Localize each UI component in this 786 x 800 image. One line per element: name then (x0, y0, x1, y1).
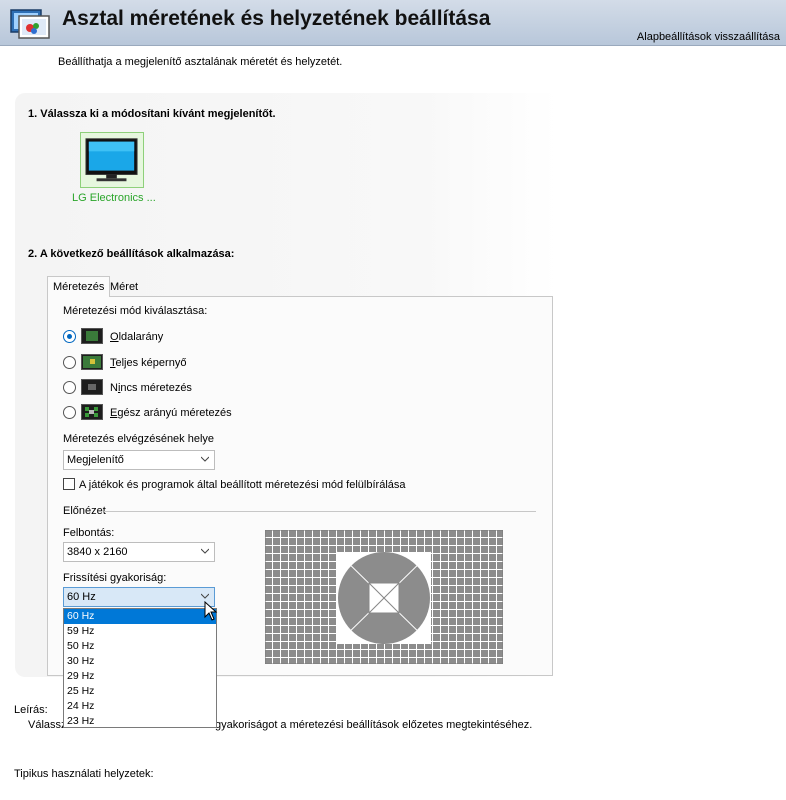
refresh-rate-value: 60 Hz (67, 591, 96, 603)
monitor-label[interactable]: LG Electronics ... (72, 192, 156, 204)
mode-no-scaling-label[interactable]: Nincs méretezés (110, 382, 192, 394)
mode-aspect-ratio-label[interactable]: Oldalarány (110, 331, 163, 343)
refresh-rate-dropdown-list[interactable]: 60 Hz 59 Hz 50 Hz 30 Hz 29 Hz 25 Hz 24 H… (63, 608, 217, 728)
scaling-mode-label: Méretezési mód kiválasztása: (63, 305, 208, 317)
radio-integer-scaling[interactable] (63, 406, 76, 419)
tab-size[interactable]: Méret (105, 279, 143, 296)
intro-text: Beállíthatja a megjelenítő asztalának mé… (58, 56, 343, 68)
page-header: Asztal méretének és helyzetének beállítá… (0, 0, 786, 46)
page-title: Asztal méretének és helyzetének beállítá… (62, 7, 491, 30)
resolution-label: Felbontás: (63, 527, 115, 539)
mode-full-screen-label[interactable]: Teljes képernyő (110, 357, 186, 369)
description-text-right: gyakoriságot a méretezési beállítások el… (215, 719, 533, 731)
preview-section-label: Előnézet (63, 505, 106, 517)
aspect-ratio-icon (81, 328, 103, 344)
monitor-select-tile[interactable] (80, 132, 144, 188)
override-scaling-checkbox[interactable] (63, 478, 75, 490)
chevron-down-icon (201, 593, 209, 599)
mouse-cursor-icon (204, 601, 218, 621)
resolution-select[interactable]: 3840 x 2160 (63, 542, 215, 562)
step2-heading: 2. A következő beállítások alkalmazása: (28, 248, 235, 260)
refresh-option[interactable]: 30 Hz (64, 654, 216, 669)
restore-defaults-link[interactable]: Alapbeállítások visszaállítása (637, 31, 780, 43)
refresh-option[interactable]: 23 Hz (64, 714, 216, 729)
refresh-rate-label: Frissítési gyakoriság: (63, 572, 167, 584)
monitor-icon (85, 138, 138, 182)
refresh-option[interactable]: 25 Hz (64, 684, 216, 699)
scaling-location-value: Megjelenítő (67, 454, 124, 466)
integer-scaling-icon (81, 404, 103, 420)
refresh-option[interactable]: 29 Hz (64, 669, 216, 684)
no-scaling-icon (81, 379, 103, 395)
chevron-down-icon (201, 456, 209, 462)
scaling-location-select[interactable]: Megjelenítő (63, 450, 215, 470)
resolution-value: 3840 x 2160 (67, 546, 128, 558)
refresh-rate-select[interactable]: 60 Hz (63, 587, 215, 607)
chevron-down-icon (201, 548, 209, 554)
refresh-option[interactable]: 50 Hz (64, 639, 216, 654)
step1-heading: 1. Válassza ki a módosítani kívánt megje… (28, 108, 276, 120)
preview-divider (104, 511, 536, 512)
scaling-location-label: Méretezés elvégzésének helye (63, 433, 215, 445)
override-scaling-label[interactable]: A játékok és programok által beállított … (79, 479, 406, 491)
typical-usage-label: Tipikus használati helyzetek: (14, 768, 154, 780)
mode-integer-scaling-label[interactable]: Egész arányú méretezés (110, 407, 232, 419)
refresh-option[interactable]: 60 Hz (64, 609, 216, 624)
refresh-option[interactable]: 59 Hz (64, 624, 216, 639)
tab-scaling[interactable]: Méretezés (47, 276, 111, 297)
description-label: Leírás: (14, 704, 48, 716)
display-settings-icon (10, 9, 50, 39)
radio-no-scaling[interactable] (63, 381, 76, 394)
scaling-preview-image (265, 530, 503, 664)
full-screen-icon (81, 354, 103, 370)
radio-full-screen[interactable] (63, 356, 76, 369)
radio-aspect-ratio[interactable] (63, 330, 76, 343)
refresh-option[interactable]: 24 Hz (64, 699, 216, 714)
